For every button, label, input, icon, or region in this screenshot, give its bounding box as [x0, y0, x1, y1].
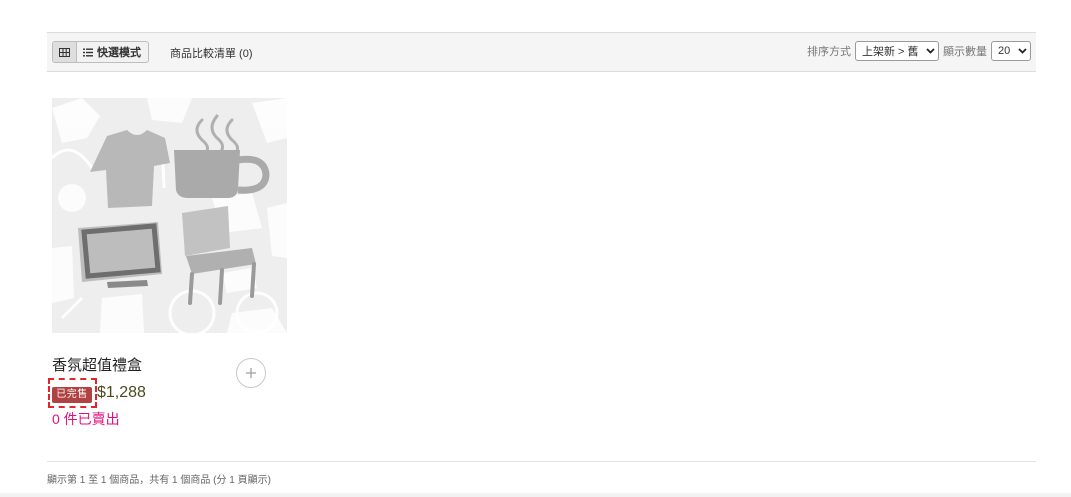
quick-mode-label: 快選模式	[97, 47, 141, 59]
compare-list-link[interactable]: 商品比較清單 (0)	[170, 45, 253, 61]
pagination-summary: 顯示第 1 至 1 個商品，共有 1 個商品 (分 1 頁顯示)	[47, 475, 271, 486]
product-list-toolbar: 快選模式 商品比較清單 (0) 排序方式 上架新 > 舊 顯示數量 20	[47, 32, 1036, 72]
count-select[interactable]: 20	[991, 41, 1031, 61]
plus-icon	[246, 368, 256, 378]
page-bottom-strip	[0, 493, 1071, 497]
product-name[interactable]: 香氛超值禮盒	[52, 354, 142, 375]
product-image[interactable]	[52, 98, 287, 333]
sort-select[interactable]: 上架新 > 舊	[855, 41, 939, 61]
sort-label: 排序方式	[807, 46, 851, 58]
grid-icon	[59, 47, 70, 57]
soldout-badge: 已完售	[52, 387, 92, 403]
footer-divider	[47, 461, 1036, 462]
view-mode-toggle: 快選模式	[52, 41, 149, 63]
sort-value: 上架新 > 舊	[862, 46, 919, 58]
chevron-down-icon	[926, 48, 935, 54]
chevron-down-icon	[1018, 48, 1027, 54]
sort-controls: 排序方式 上架新 > 舊 顯示數量 20	[807, 41, 1031, 61]
list-icon	[83, 48, 93, 56]
sold-count: 0 件已賣出	[52, 411, 120, 427]
product-price: $1,288	[97, 384, 146, 401]
product-placeholder-icon	[52, 98, 287, 333]
count-value: 20	[998, 45, 1011, 57]
add-to-compare-button[interactable]	[236, 358, 266, 388]
quick-mode-button[interactable]: 快選模式	[77, 42, 148, 62]
count-label: 顯示數量	[943, 46, 987, 58]
grid-view-button[interactable]	[53, 42, 77, 62]
